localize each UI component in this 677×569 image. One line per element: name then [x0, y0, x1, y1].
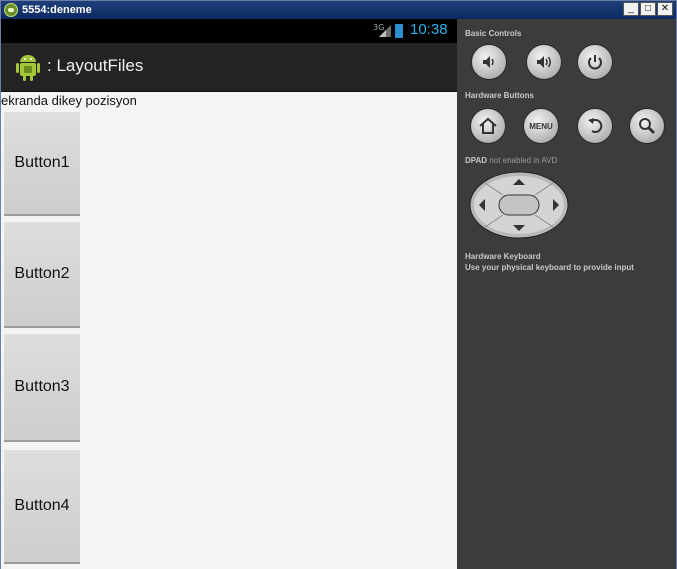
back-button[interactable]: [577, 108, 613, 144]
battery-icon: [395, 24, 403, 38]
maximize-button[interactable]: □: [640, 2, 656, 16]
orientation-text: ekranda dikey pozisyon: [1, 93, 137, 108]
hardware-keyboard-hint: Use your physical keyboard to provide in…: [465, 263, 634, 272]
back-icon: [588, 118, 603, 133]
android-logo-icon[interactable]: [15, 54, 41, 82]
home-icon: [479, 117, 497, 134]
status-bar: 3G 10:38: [1, 19, 457, 43]
signal-icon: [379, 25, 391, 37]
android-app-icon: [4, 3, 18, 17]
app-title: : LayoutFiles: [47, 56, 144, 75]
hardware-keyboard-label: Hardware Keyboard: [465, 252, 541, 261]
hardware-buttons-label: Hardware Buttons: [465, 91, 534, 100]
basic-controls-label: Basic Controls: [465, 29, 522, 38]
close-button[interactable]: ✕: [657, 2, 673, 16]
dpad-label: DPAD not enabled in AVD: [465, 156, 558, 165]
button-2[interactable]: Button2: [4, 222, 80, 328]
power-button[interactable]: [577, 44, 613, 80]
button-4[interactable]: Button4: [4, 450, 80, 564]
volume-down-icon: [483, 56, 494, 68]
button-1[interactable]: Button1: [4, 112, 80, 216]
dpad-control[interactable]: [469, 171, 569, 239]
volume-up-button[interactable]: [526, 44, 562, 80]
search-button[interactable]: [629, 108, 665, 144]
home-button[interactable]: [470, 108, 506, 144]
emulator-control-panel: Basic Controls Hardware Buttons MENU DPA…: [457, 19, 676, 569]
action-bar: : LayoutFiles: [1, 43, 457, 92]
menu-icon: MENU: [529, 121, 553, 131]
power-icon: [588, 55, 602, 70]
window-title: 5554:deneme: [22, 4, 92, 16]
window-titlebar[interactable]: 5554:deneme _ □ ✕: [1, 1, 676, 19]
search-icon: [639, 118, 656, 135]
status-clock: 10:38: [410, 21, 448, 38]
button-3[interactable]: Button3: [4, 334, 80, 442]
emulator-window: 5554:deneme _ □ ✕ 3G 10:38: LayoutFiles…: [0, 0, 677, 569]
layout-content: ekranda dikey pozisyon Button1 Button2 B…: [1, 92, 457, 569]
volume-down-button[interactable]: [471, 44, 507, 80]
volume-up-icon: [537, 56, 551, 68]
minimize-button[interactable]: _: [623, 2, 639, 16]
device-screen: 3G 10:38 : LayoutFiles ekranda dikey poz…: [1, 19, 457, 569]
menu-button[interactable]: MENU: [523, 108, 559, 144]
